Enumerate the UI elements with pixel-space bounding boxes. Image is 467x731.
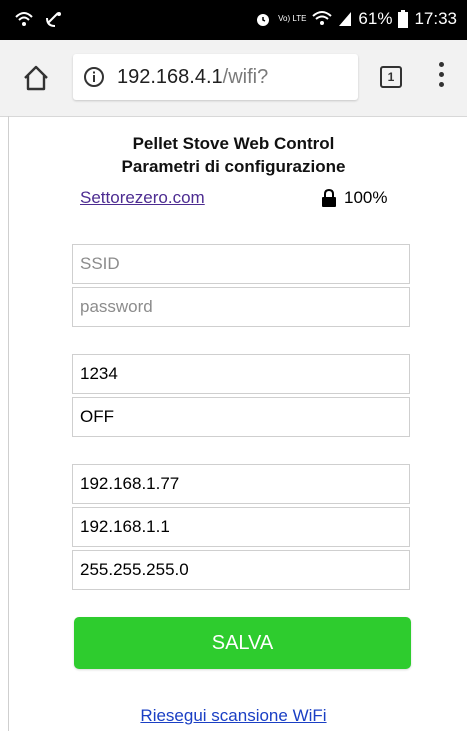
lock-icon — [322, 189, 336, 207]
mode-input[interactable] — [72, 397, 410, 437]
cell-signal-icon — [338, 11, 352, 27]
pin-input[interactable] — [72, 354, 410, 394]
password-input[interactable] — [72, 287, 410, 327]
alarm-icon — [254, 10, 272, 28]
signal-strength: 100% — [322, 188, 387, 208]
browser-toolbar: 192.168.4.1/wifi? 1 — [0, 40, 467, 117]
page-title: Pellet Stove Web Control — [132, 134, 335, 153]
info-icon[interactable] — [83, 66, 105, 88]
status-bar: Vo) LTE 61% 17:33 — [0, 0, 467, 40]
battery-icon — [398, 10, 409, 28]
address-bar[interactable]: 192.168.4.1/wifi? — [73, 54, 358, 100]
site-link[interactable]: Settorezero.com — [80, 188, 205, 208]
subnet-mask-input[interactable] — [72, 550, 410, 590]
wifi-hotspot-icon — [14, 9, 34, 29]
wifi-icon — [312, 10, 333, 28]
battery-percent: 61% — [358, 9, 393, 28]
gateway-input[interactable] — [72, 507, 410, 547]
save-button[interactable]: SALVA — [74, 617, 411, 669]
url-path: /wifi? — [222, 66, 269, 88]
page-edge-divider — [8, 116, 9, 731]
satellite-icon — [44, 9, 64, 29]
clock-time: 17:33 — [414, 9, 457, 28]
rescan-container: Riesegui scansione WiFi — [0, 706, 467, 726]
tab-switcher-button[interactable]: 1 — [380, 66, 402, 88]
signal-percent: 100% — [344, 188, 388, 207]
rescan-wifi-link[interactable]: Riesegui scansione WiFi — [140, 706, 326, 725]
page-subtitle: Parametri di configurazione — [121, 157, 346, 176]
overflow-menu-icon[interactable] — [436, 62, 446, 92]
ip-address-input[interactable] — [72, 464, 410, 504]
volte-indicator: Vo) LTE — [278, 14, 307, 23]
home-icon[interactable] — [22, 64, 50, 92]
ssid-input[interactable] — [72, 244, 410, 284]
url-host: 192.168.4.1 — [117, 66, 223, 88]
url-text[interactable]: 192.168.4.1/wifi? — [117, 66, 268, 88]
